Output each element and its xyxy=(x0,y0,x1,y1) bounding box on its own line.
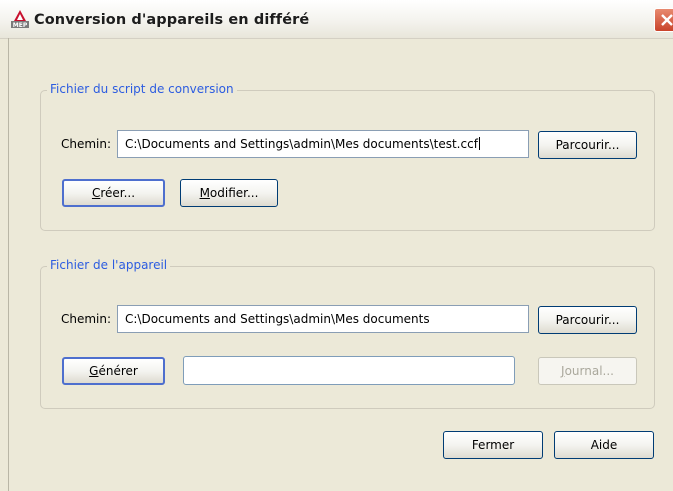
script-file-group-legend: Fichier du script de conversion xyxy=(47,82,237,96)
device-file-group-legend: Fichier de l'appareil xyxy=(47,258,171,272)
close-window-button[interactable] xyxy=(654,8,673,32)
device-path-label: Chemin: xyxy=(61,312,112,326)
script-path-input[interactable]: C:\Documents and Settings\admin\Mes docu… xyxy=(117,130,529,158)
modify-label: odifier... xyxy=(209,186,259,200)
close-dialog-button[interactable]: Fermer xyxy=(443,431,543,459)
script-path-label: Chemin: xyxy=(61,137,112,151)
text-caret xyxy=(478,137,480,150)
conversion-dialog: MEP Conversion d'appareils en différé Fi… xyxy=(0,0,673,491)
log-label: ournal... xyxy=(564,364,614,378)
device-browse-button[interactable]: Parcourir... xyxy=(538,306,637,334)
create-button[interactable]: Créer... xyxy=(62,179,165,207)
app-icon-label: MEP xyxy=(13,22,28,29)
autocad-mep-app-icon: MEP xyxy=(10,9,30,29)
generate-button[interactable]: Générer xyxy=(62,357,165,385)
device-path-input[interactable]: C:\Documents and Settings\admin\Mes docu… xyxy=(117,305,529,333)
log-button: Journal... xyxy=(538,357,637,385)
help-button[interactable]: Aide xyxy=(554,431,654,459)
script-browse-button[interactable]: Parcourir... xyxy=(538,131,637,159)
title-bar[interactable]: MEP Conversion d'appareils en différé xyxy=(0,0,673,39)
close-icon xyxy=(661,14,673,26)
script-path-value: C:\Documents and Settings\admin\Mes docu… xyxy=(125,137,478,151)
modify-button[interactable]: Modifier... xyxy=(180,179,278,207)
device-file-group: Fichier de l'appareil xyxy=(40,258,655,409)
generate-label: énérer xyxy=(98,364,138,378)
modify-mnemonic: M xyxy=(199,186,210,200)
script-file-group: Fichier du script de conversion xyxy=(40,82,655,231)
window-title: Conversion d'appareils en différé xyxy=(34,12,310,28)
create-label: réer... xyxy=(100,186,136,200)
generate-status-field xyxy=(183,356,515,385)
